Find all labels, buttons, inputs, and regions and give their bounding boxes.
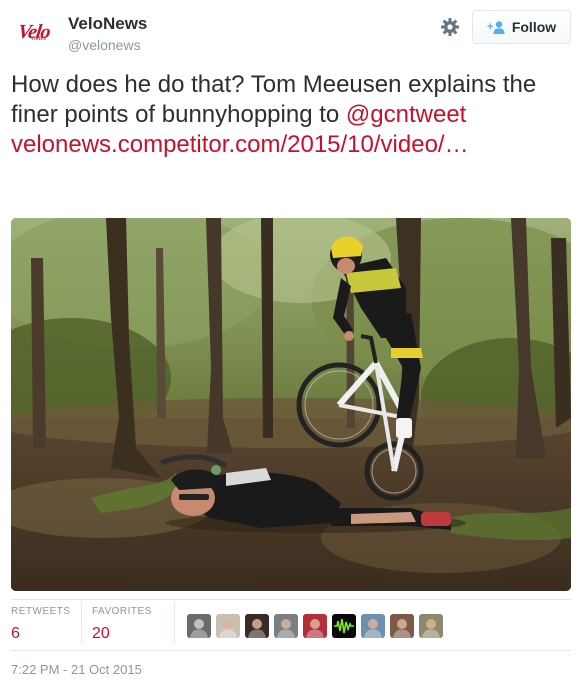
favoriters-list (187, 614, 443, 638)
retweets-stat[interactable]: RETWEETS 6 (11, 606, 71, 643)
retweets-count: 6 (11, 625, 20, 642)
svg-text:+: + (487, 21, 493, 33)
favoriter-avatar[interactable] (390, 614, 414, 638)
mention-link[interactable]: @gcntweet (346, 101, 466, 128)
favoriter-avatar[interactable] (303, 614, 327, 638)
avatar-image (306, 619, 324, 638)
avatar-image (393, 619, 411, 638)
stat-divider (81, 602, 82, 644)
favoriter-avatar[interactable] (274, 614, 298, 638)
stat-divider (174, 602, 175, 644)
follow-button[interactable]: + Follow (472, 10, 571, 44)
avatar-image (219, 619, 237, 638)
tweet-photo[interactable] (11, 218, 571, 591)
follow-button-label: Follow (511, 19, 557, 35)
photo-illustration (11, 218, 571, 591)
account-avatar[interactable]: Velo news (10, 14, 58, 50)
favorites-label: FAVORITES (92, 606, 152, 617)
tweet-timestamp[interactable]: 7:22 PM - 21 Oct 2015 (11, 662, 142, 677)
gear-icon[interactable] (440, 17, 460, 37)
avatar-image (422, 619, 440, 638)
favoriter-avatar[interactable] (216, 614, 240, 638)
favoriter-avatar[interactable] (245, 614, 269, 638)
avatar-image (334, 618, 354, 634)
divider (11, 599, 571, 600)
add-user-icon: + (487, 21, 505, 34)
tweet-header: Velo news VeloNews @velonews + Follow (0, 0, 582, 62)
divider (11, 650, 571, 651)
url-link[interactable]: velonews.competitor.com/2015/10/video/… (11, 131, 469, 158)
velonews-logo-sub: news (32, 36, 47, 42)
avatar-image (248, 619, 266, 638)
account-handle[interactable]: @velonews (68, 37, 141, 53)
avatar-image (190, 619, 208, 638)
favorites-stat[interactable]: FAVORITES 20 (92, 606, 152, 643)
favoriter-avatar[interactable] (332, 614, 356, 638)
account-name[interactable]: VeloNews (68, 14, 147, 34)
favorites-count: 20 (92, 625, 110, 642)
avatar-image (277, 619, 295, 638)
favoriter-avatar[interactable] (187, 614, 211, 638)
avatar-image (364, 619, 382, 638)
retweets-label: RETWEETS (11, 606, 71, 617)
tweet-text: How does he do that? Tom Meeusen explain… (11, 70, 576, 160)
favoriter-avatar[interactable] (361, 614, 385, 638)
favoriter-avatar[interactable] (419, 614, 443, 638)
